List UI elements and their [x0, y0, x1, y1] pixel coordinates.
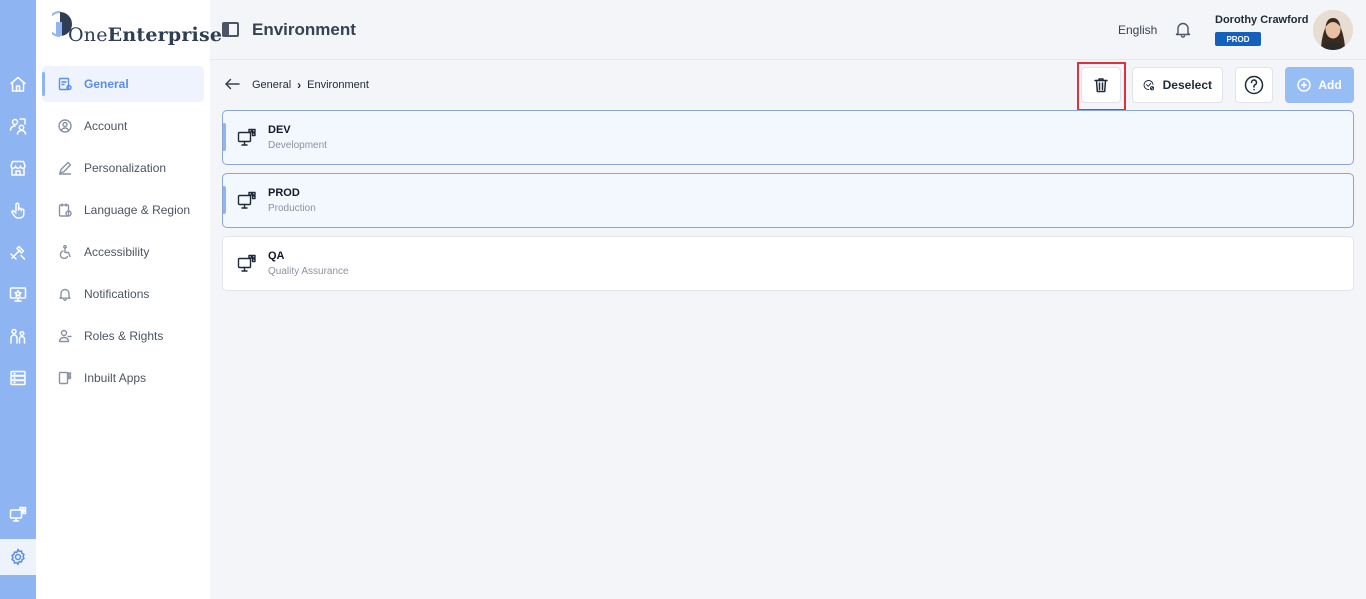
- sidebar-item-language-region[interactable]: Language & Region: [42, 192, 204, 228]
- notification-bell-icon[interactable]: [1174, 20, 1194, 40]
- sidebar-item-label: Personalization: [84, 161, 167, 175]
- breadcrumb-separator: ›: [297, 78, 302, 92]
- tools-icon[interactable]: [0, 234, 36, 270]
- environment-monitor-icon: [237, 254, 257, 274]
- sidebar-item-label: Account: [84, 119, 128, 133]
- sidebar-item-label: General: [84, 77, 129, 91]
- environment-code: QA: [268, 250, 285, 262]
- page-title: Environment: [252, 20, 356, 39]
- environment-monitor-icon: [237, 191, 257, 211]
- environment-card-prod[interactable]: PROD Production: [222, 173, 1354, 228]
- bell-icon: [58, 287, 72, 301]
- sidebar-item-inbuilt-apps[interactable]: Inbuilt Apps: [42, 360, 204, 396]
- deselect-button[interactable]: Deselect: [1132, 67, 1223, 103]
- general-settings-icon: [58, 77, 72, 91]
- add-label: Add: [1318, 78, 1342, 92]
- environment-code: DEV: [268, 124, 291, 136]
- sidebar-item-label: Roles & Rights: [84, 329, 164, 343]
- apps-icon: [58, 371, 72, 385]
- language-selector[interactable]: English: [1118, 23, 1157, 37]
- plus-circle-icon: [1297, 78, 1312, 92]
- touch-icon[interactable]: [0, 192, 36, 228]
- language-icon: [58, 203, 72, 217]
- environment-code: PROD: [268, 187, 300, 199]
- breadcrumb-current: Environment: [307, 79, 369, 91]
- deselect-check-icon: [1143, 80, 1155, 91]
- breadcrumb-parent[interactable]: General: [252, 79, 291, 91]
- environment-monitor-icon: [237, 128, 257, 148]
- environment-monitor-icon[interactable]: [0, 497, 36, 533]
- icon-rail: [0, 0, 36, 599]
- roles-icon: [58, 329, 72, 343]
- user-name[interactable]: Dorothy Crawford: [1215, 14, 1309, 26]
- settings-gear-icon[interactable]: [0, 539, 36, 575]
- sidebar-item-notifications[interactable]: Notifications: [42, 276, 204, 312]
- breadcrumb: General › Environment: [252, 78, 369, 92]
- back-arrow-icon[interactable]: [224, 77, 240, 91]
- environment-card-dev[interactable]: DEV Development: [222, 110, 1354, 165]
- accessibility-icon: [58, 244, 72, 260]
- monitor-star-icon[interactable]: [0, 276, 36, 312]
- sidebar-item-label: Notifications: [84, 287, 150, 301]
- sidebar-toggle-icon[interactable]: [222, 22, 239, 37]
- account-icon: [58, 119, 72, 133]
- team-icon[interactable]: [0, 318, 36, 354]
- home-icon[interactable]: [0, 66, 36, 102]
- top-header: Environment English Dorothy Crawford PRO…: [210, 0, 1366, 60]
- add-button[interactable]: Add: [1285, 67, 1354, 103]
- sidebar-item-roles-rights[interactable]: Roles & Rights: [42, 318, 204, 354]
- server-icon[interactable]: [0, 360, 36, 396]
- store-icon[interactable]: [0, 150, 36, 186]
- environment-name: Quality Assurance: [268, 266, 349, 277]
- sidebar-item-accessibility[interactable]: Accessibility: [42, 234, 204, 270]
- pencil-icon: [58, 161, 72, 175]
- highlight-box: [1077, 62, 1126, 111]
- environment-name: Development: [268, 140, 327, 151]
- environment-name: Production: [268, 203, 316, 214]
- avatar[interactable]: [1313, 10, 1353, 50]
- environment-card-qa[interactable]: QA Quality Assurance: [222, 236, 1354, 291]
- sidebar-item-account[interactable]: Account: [42, 108, 204, 144]
- sidebar-item-label: Inbuilt Apps: [84, 371, 147, 385]
- help-button[interactable]: [1235, 67, 1273, 103]
- sidebar-item-label: Language & Region: [84, 203, 191, 217]
- sidebar-item-label: Accessibility: [84, 245, 150, 259]
- environment-badge: PROD: [1215, 32, 1261, 46]
- deselect-label: Deselect: [1162, 78, 1212, 92]
- sidebar-item-general[interactable]: General: [42, 66, 204, 102]
- settings-sidebar: OneEnterprise General Account Personaliz…: [36, 0, 222, 599]
- help-circle-icon: [1244, 75, 1264, 95]
- sidebar-item-personalization[interactable]: Personalization: [42, 150, 204, 186]
- users-swap-icon[interactable]: [0, 108, 36, 144]
- brand-name: OneEnterprise: [68, 24, 223, 46]
